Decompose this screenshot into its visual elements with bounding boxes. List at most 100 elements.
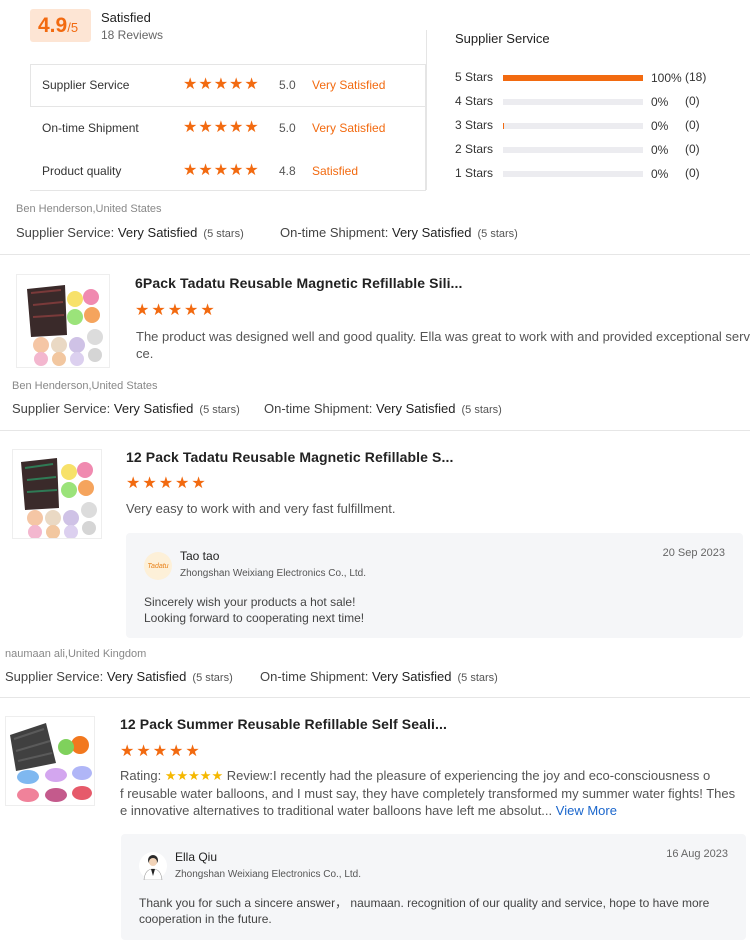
overall-score-badge: 4.9/5 (30, 9, 91, 42)
reviews-count[interactable]: 18 Reviews (101, 28, 163, 42)
product-thumbnail[interactable] (16, 274, 110, 368)
overall-score-max: /5 (67, 20, 79, 35)
reply-message: Sincerely wish your products a hot sale!… (144, 594, 364, 626)
distribution-label: 5 Stars (455, 70, 494, 84)
rating-row-label: On-time Shipment (42, 121, 139, 135)
distribution-row: 1 Stars 0% (0) (455, 166, 715, 181)
review-star-icons: ★★★★★ (120, 741, 202, 760)
distribution-label: 1 Stars (455, 166, 494, 180)
distribution-percent: 100% (651, 71, 682, 85)
rating-verdict: Satisfied (312, 164, 359, 178)
product-thumbnail[interactable] (5, 716, 95, 806)
reply-line: Thank you for such a sincere answer， nau… (139, 896, 710, 910)
seller-avatar (139, 852, 167, 881)
product-image (10, 723, 92, 802)
review-text: The product was designed well and good q… (136, 328, 750, 362)
product-title-link[interactable]: 12 Pack Summer Reusable Refillable Self … (120, 716, 447, 732)
rating-value: Very Satisfied (376, 401, 456, 416)
view-more-link[interactable]: View More (556, 803, 617, 818)
rating-stars: (5 stars) (199, 404, 240, 416)
seller-avatar: Tadatu (144, 552, 172, 580)
distribution-percent: 0% (651, 119, 669, 133)
distribution-count: (0) (685, 166, 700, 180)
rating-stars: (5 stars) (477, 228, 518, 240)
reply-line: Looking forward to cooperating next time… (144, 611, 365, 625)
reviewer-info: Ben Henderson,United States (16, 203, 162, 215)
distribution-bar (503, 171, 643, 177)
distribution-count: (18) (685, 70, 707, 84)
rating-label: Supplier Service: (12, 401, 111, 416)
product-title-link[interactable]: 12 Pack Tadatu Reusable Magnetic Refilla… (126, 449, 453, 465)
rating-stars: (5 stars) (457, 672, 498, 684)
distribution-bar (503, 75, 643, 81)
supplier-service-rating: Supplier Service: Very Satisfied (5 stars… (12, 401, 240, 416)
product-image (21, 458, 97, 538)
divider (0, 254, 750, 255)
reviewer-info: naumaan ali,United Kingdom (5, 648, 147, 660)
rating-prefix: Rating: (120, 768, 162, 783)
rating-value: Very Satisfied (106, 669, 187, 684)
star-rating-icons: ★★★★★ (183, 117, 260, 136)
summary-divider (426, 30, 427, 190)
reviewer-info: Ben Henderson,United States (12, 380, 158, 392)
rating-row-label: Product quality (42, 164, 122, 178)
rating-row-supplier[interactable]: Supplier Service ★★★★★ 5.0 Very Satisfie… (42, 76, 422, 96)
rating-value: 5.0 (279, 78, 296, 92)
review-text-line: ce. (136, 346, 154, 361)
rating-value: Very Satisfied (113, 401, 194, 416)
review-text: Rating: ★★★★★ Review:I recently had the … (120, 767, 750, 819)
rating-value: 5.0 (279, 121, 296, 135)
rating-label: On-time Shipment: (280, 225, 389, 240)
rating-value: Very Satisfied (392, 225, 472, 240)
distribution-title: Supplier Service (455, 31, 550, 46)
distribution-bar-fill (503, 123, 504, 129)
reply-line: Sincerely wish your products a hot sale! (144, 595, 356, 609)
distribution-label: 3 Stars (455, 118, 494, 132)
reply-message: Thank you for such a sincere answer， nau… (139, 895, 734, 927)
review-text: Very easy to work with and very fast ful… (126, 501, 396, 516)
supplier-service-rating: Supplier Service: Very Satisfied (5 stars… (16, 225, 244, 240)
rating-stars: (5 stars) (461, 404, 502, 416)
shipment-rating: On-time Shipment: Very Satisfied (5 stars… (280, 225, 518, 240)
rating-stars: (5 stars) (203, 228, 244, 240)
product-thumbnail[interactable] (12, 449, 102, 539)
reply-date: 20 Sep 2023 (662, 547, 725, 559)
rating-row-quality[interactable]: Product quality ★★★★★ 4.8 Satisfied (42, 162, 422, 182)
seller-reply: Tadatu Tao tao Zhongshan Weixiang Electr… (126, 533, 743, 638)
star-rating-icons: ★★★★★ (183, 160, 260, 179)
shipment-rating: On-time Shipment: Very Satisfied (5 stars… (260, 669, 498, 684)
rating-label: On-time Shipment: (260, 669, 369, 684)
divider (0, 697, 750, 698)
distribution-row: 2 Stars 0% (0) (455, 142, 715, 157)
product-title-link[interactable]: 6Pack Tadatu Reusable Magnetic Refillabl… (135, 275, 463, 291)
supplier-service-rating: Supplier Service: Very Satisfied (5 stars… (5, 669, 233, 684)
review-text-line: e innovative alternatives to traditional… (120, 803, 553, 818)
distribution-percent: 0% (651, 167, 669, 181)
rating-value: Very Satisfied (117, 225, 198, 240)
rating-stars: (5 stars) (192, 672, 233, 684)
review-star-icons: ★★★★★ (135, 300, 217, 319)
star-rating-icons: ★★★★★ (183, 74, 260, 93)
review-text-line: The product was designed well and good q… (136, 329, 750, 344)
rating-row-shipment[interactable]: On-time Shipment ★★★★★ 5.0 Very Satisfie… (42, 119, 422, 139)
seller-company: Zhongshan Weixiang Electronics Co., Ltd. (180, 568, 367, 579)
review-star-icons: ★★★★★ (126, 473, 208, 492)
distribution-bar (503, 147, 643, 153)
rating-label: Supplier Service: (5, 669, 104, 684)
distribution-row: 3 Stars 0% (0) (455, 118, 715, 133)
seller-reply: Ella Qiu Zhongshan Weixiang Electronics … (121, 834, 746, 940)
distribution-percent: 0% (651, 143, 669, 157)
shipment-rating: On-time Shipment: Very Satisfied (5 stars… (264, 401, 502, 416)
yellow-star-icons: ★★★★★ (164, 769, 224, 784)
distribution-bar-fill (503, 75, 643, 81)
rating-label: On-time Shipment: (264, 401, 373, 416)
distribution-count: (0) (685, 94, 700, 108)
product-image (27, 285, 103, 366)
reply-line: cooperation in the future. (139, 912, 272, 926)
distribution-bar (503, 99, 643, 105)
rating-label: Supplier Service: (16, 225, 115, 240)
seller-name: Tao tao (180, 549, 220, 563)
distribution-label: 2 Stars (455, 142, 494, 156)
rating-verdict: Very Satisfied (312, 78, 386, 92)
distribution-count: (0) (685, 118, 700, 132)
